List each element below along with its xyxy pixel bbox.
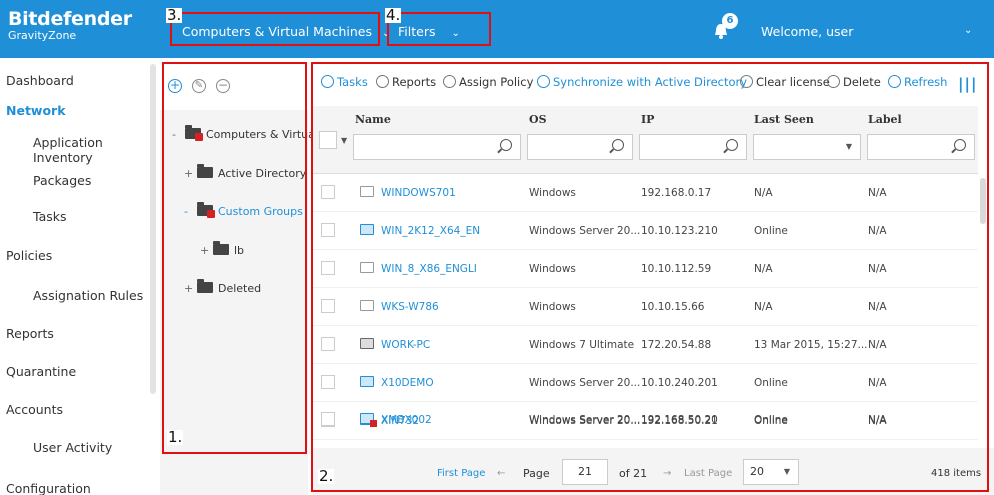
callout-box-1: [162, 62, 307, 454]
sidebar-nav: Dashboard Network Application Inventory …: [0, 58, 150, 495]
sidebar-item-configuration[interactable]: Configuration: [6, 481, 91, 495]
callout-number-1: 1.: [167, 428, 184, 446]
sidebar-item-packages[interactable]: Packages: [33, 173, 91, 188]
chevron-down-icon[interactable]: ⌄: [964, 25, 972, 36]
callout-box-4: [387, 12, 491, 46]
sidebar-item-quarantine[interactable]: Quarantine: [6, 364, 76, 379]
sidebar-item-reports[interactable]: Reports: [6, 326, 54, 341]
sidebar-item-dashboard[interactable]: Dashboard: [6, 73, 74, 88]
sidebar-scrollbar[interactable]: [150, 64, 156, 394]
callout-number-4: 4.: [385, 6, 402, 24]
welcome-user-text[interactable]: Welcome, user: [761, 24, 853, 39]
top-header: Bitdefender GravityZone Computers & Virt…: [0, 0, 994, 58]
sidebar-item-application-inventory[interactable]: Application Inventory: [33, 135, 150, 165]
sidebar-item-assignation-rules[interactable]: Assignation Rules: [33, 288, 143, 303]
sidebar-item-tasks[interactable]: Tasks: [33, 209, 67, 224]
callout-box-2: [311, 62, 989, 492]
callout-box-3: [170, 12, 380, 46]
callout-number-2: 2.: [318, 467, 335, 485]
sidebar-item-policies[interactable]: Policies: [6, 248, 52, 263]
brand-subtitle: GravityZone: [8, 29, 77, 42]
sidebar-item-network[interactable]: Network: [6, 103, 66, 118]
brand-name: Bitdefender: [8, 8, 132, 30]
sidebar-item-user-activity[interactable]: User Activity: [33, 440, 112, 455]
sidebar-item-accounts[interactable]: Accounts: [6, 402, 63, 417]
brand-logo[interactable]: Bitdefender GravityZone: [8, 9, 132, 43]
notification-badge: 6: [722, 13, 738, 29]
callout-number-3: 3.: [166, 6, 183, 24]
